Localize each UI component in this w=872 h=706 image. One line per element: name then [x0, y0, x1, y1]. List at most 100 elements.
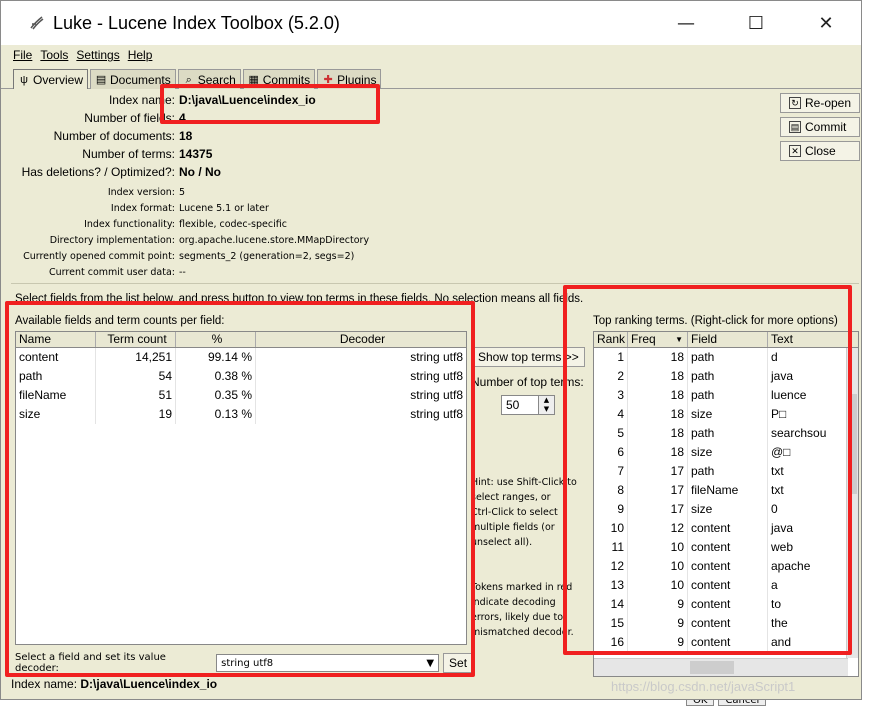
table-row[interactable]: 4 18 size P□	[594, 405, 858, 424]
decoder-select[interactable]: string utf8 ▼	[216, 654, 440, 672]
sort-down-icon: ▼	[675, 335, 683, 344]
fields-label: Number of fields:	[84, 111, 175, 125]
term-text: web	[771, 540, 794, 554]
spinner-up-icon[interactable]: ▲	[539, 396, 554, 405]
term-field: path	[688, 424, 768, 443]
term-rank: 3	[594, 386, 628, 405]
refresh-icon: ↻	[789, 97, 801, 109]
reopen-button[interactable]: ↻ Re-open	[780, 93, 860, 113]
term-text: txt	[771, 464, 784, 478]
window-title: Luke - Lucene Index Toolbox (5.2.0)	[53, 12, 340, 33]
decoder-bar: Select a field and set its value decoder…	[15, 652, 473, 674]
tab-documents[interactable]: ▤ Documents	[90, 69, 176, 89]
divider	[11, 283, 859, 284]
table-row[interactable]: 2 18 path java	[594, 367, 858, 386]
col-percent[interactable]: %	[176, 332, 256, 347]
menu-bar: File Tools Settings Help	[1, 45, 861, 65]
index-name-label: Index name:	[108, 93, 175, 107]
col-rank[interactable]: Rank	[594, 332, 628, 347]
menu-settings[interactable]: Settings	[76, 48, 119, 62]
field-term-count: 51	[96, 386, 176, 405]
term-rank: 1	[594, 348, 628, 367]
decoder-label: Select a field and set its value decoder…	[15, 652, 166, 674]
table-row[interactable]: 8 17 fileName txt	[594, 481, 858, 500]
table-row[interactable]: 6 18 size @□	[594, 443, 858, 462]
term-field: content	[688, 595, 768, 614]
field-name: content	[16, 348, 96, 367]
tab-overview[interactable]: ψ Overview	[13, 69, 89, 89]
table-row[interactable]: 9 17 size 0	[594, 500, 858, 519]
field-decoder: string utf8	[410, 350, 463, 364]
show-top-terms-button[interactable]: Show top terms >>	[471, 347, 585, 367]
fields-table[interactable]: Name Term count % Decoder content 14,251…	[15, 331, 467, 645]
table-row[interactable]: size 19 0.13 % string utf8	[16, 405, 466, 424]
menu-help[interactable]: Help	[128, 48, 153, 62]
terms-table[interactable]: Rank Freq ▼ Field Text 1 18 path d 2 18 path jav…	[593, 331, 859, 677]
maximize-button[interactable]: ☐	[721, 1, 791, 45]
table-row[interactable]: 7 17 path txt	[594, 462, 858, 481]
term-text: searchsou	[771, 426, 827, 440]
scroll-thumb[interactable]	[848, 394, 857, 494]
table-row[interactable]: 14 9 content to	[594, 595, 858, 614]
table-row[interactable]: 1 18 path d	[594, 348, 858, 367]
minimize-button[interactable]: —	[651, 1, 721, 45]
terms-panel: Top ranking terms. (Right-click for more…	[593, 315, 859, 677]
col-name[interactable]: Name	[16, 332, 96, 347]
table-row[interactable]: 16 9 content and	[594, 633, 858, 652]
col-text[interactable]: Text	[768, 332, 848, 347]
version-value: 5	[179, 187, 186, 198]
table-row[interactable]: path 54 0.38 % string utf8	[16, 367, 466, 386]
menu-file[interactable]: File	[13, 48, 32, 62]
table-row[interactable]: 5 18 path searchsou	[594, 424, 858, 443]
num-top-terms-spinner[interactable]: 50 ▲ ▼	[501, 395, 555, 415]
tab-plugins-label: Plugins	[337, 72, 377, 87]
commit-label: Currently opened commit point:	[23, 251, 175, 262]
terms-horizontal-scrollbar[interactable]	[594, 658, 848, 676]
spinner-down-icon[interactable]: ▼	[539, 405, 554, 414]
term-freq: 9	[628, 614, 688, 633]
menu-tools[interactable]: Tools	[40, 48, 68, 62]
col-freq[interactable]: Freq ▼	[628, 332, 688, 347]
term-field: content	[688, 538, 768, 557]
tab-plugins[interactable]: ✚ Plugins	[317, 69, 382, 89]
documents-icon: ▤	[95, 73, 107, 86]
deletions-label: Has deletions? / Optimized?:	[21, 165, 175, 179]
table-row[interactable]: 11 10 content web	[594, 538, 858, 557]
num-top-terms-value[interactable]: 50	[502, 396, 538, 414]
field-percent: 0.38 %	[176, 367, 256, 386]
term-text: java	[771, 521, 794, 535]
tab-overview-label: Overview	[33, 72, 84, 87]
terms-vertical-scrollbar[interactable]	[846, 348, 858, 658]
term-text: P□	[771, 407, 787, 421]
tab-commits[interactable]: ▦ Commits	[242, 69, 316, 89]
term-rank: 4	[594, 405, 628, 424]
col-decoder[interactable]: Decoder	[256, 332, 466, 347]
table-row[interactable]: 13 10 content a	[594, 576, 858, 595]
commit-icon: ▤	[789, 121, 801, 133]
commit-label: Commit	[805, 120, 847, 134]
term-text: @□	[771, 445, 791, 459]
tab-commits-label: Commits	[262, 72, 311, 87]
table-row[interactable]: 12 10 content apache	[594, 557, 858, 576]
col-field[interactable]: Field	[688, 332, 768, 347]
tab-strip: ψ Overview ▤ Documents ⌕ Search ▦ Commit…	[1, 69, 861, 89]
term-text: to	[771, 597, 782, 611]
set-decoder-button[interactable]: Set	[443, 653, 473, 673]
title-bar[interactable]: Luke - Lucene Index Toolbox (5.2.0) — ☐ …	[1, 1, 861, 45]
term-freq: 18	[628, 424, 688, 443]
col-term-count[interactable]: Term count	[96, 332, 176, 347]
table-row[interactable]: 3 18 path luence	[594, 386, 858, 405]
table-row[interactable]: 10 12 content java	[594, 519, 858, 538]
close-index-button[interactable]: ✕ Close	[780, 141, 860, 161]
table-row[interactable]: 15 9 content the	[594, 614, 858, 633]
term-rank: 14	[594, 595, 628, 614]
deletions-value: No / No	[179, 165, 221, 179]
table-row[interactable]: content 14,251 99.14 % string utf8	[16, 348, 466, 367]
fields-panel: Available fields and term counts per fie…	[15, 315, 473, 677]
term-text: luence	[771, 388, 807, 402]
table-row[interactable]: fileName 51 0.35 % string utf8	[16, 386, 466, 405]
tab-search[interactable]: ⌕ Search	[177, 69, 241, 89]
commit-button[interactable]: ▤ Commit	[780, 117, 860, 137]
scroll-thumb[interactable]	[690, 661, 734, 674]
close-window-button[interactable]: ✕	[791, 1, 861, 45]
